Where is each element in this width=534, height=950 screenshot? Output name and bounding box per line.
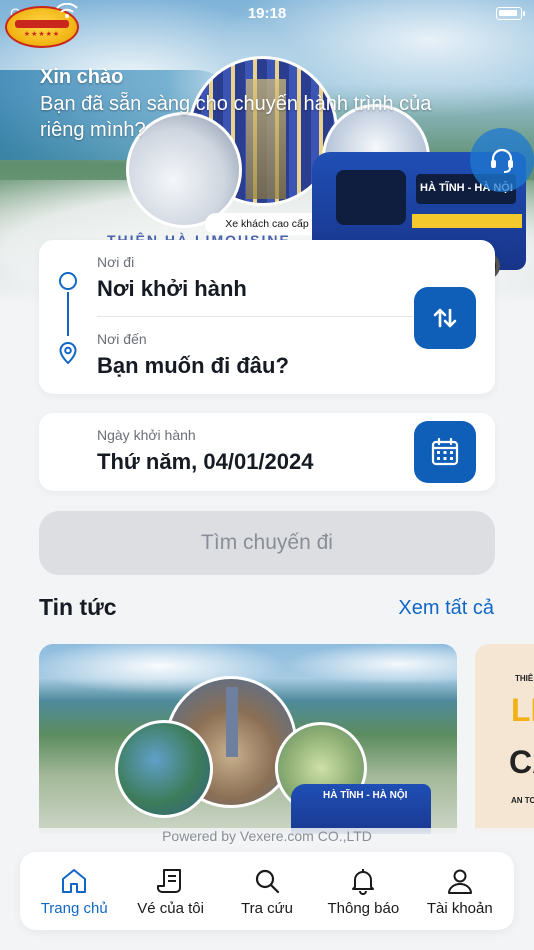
tab-lookup[interactable]: Tra cứu — [221, 852, 313, 930]
news-bus-illustration: HÀ TĨNH - HÀ NỘI — [291, 784, 431, 834]
date-field[interactable]: Ngày khởi hành Thứ năm, 04/01/2024 — [39, 413, 495, 491]
destination-field[interactable]: Nơi đến Bạn muốn đi đâu? — [39, 317, 409, 393]
powered-by-text: Powered by Vexere.com CO.,LTD — [0, 828, 534, 844]
news-section-title: Tin tức — [39, 594, 117, 620]
see-all-news-link[interactable]: Xem tất cả — [398, 597, 494, 620]
wifi-icon — [56, 2, 78, 23]
tab-account-label: Tài khoản — [426, 900, 493, 917]
news-card2-line4: AN TO — [511, 796, 534, 805]
home-icon — [62, 869, 87, 893]
route-form: Nơi đi Nơi khởi hành Nơi đến Bạn muốn đi… — [39, 240, 495, 394]
tab-notifications[interactable]: Thông báo — [317, 852, 409, 930]
status-bar: Carrier 19:18 — [0, 0, 534, 28]
tab-home[interactable]: Trang chủ — [28, 852, 120, 930]
origin-field[interactable]: Nơi đi Nơi khởi hành — [39, 240, 409, 316]
ticket-icon — [156, 869, 181, 893]
destination-value: Bạn muốn đi đâu? — [97, 353, 289, 378]
headset-icon — [491, 148, 513, 173]
swap-arrows-icon — [433, 308, 457, 328]
tab-notifications-label: Thông báo — [327, 900, 400, 917]
news-card2-line1: THIÊ — [515, 674, 534, 683]
user-icon — [447, 869, 472, 894]
calendar-icon — [431, 437, 459, 466]
destination-label: Nơi đến — [97, 331, 147, 347]
greeting-block: Xin chào Bạn đã sẵn sàng cho chuyến hành… — [40, 66, 440, 143]
tab-lookup-label: Tra cứu — [240, 900, 293, 917]
tab-account[interactable]: Tài khoản — [414, 852, 506, 930]
tab-my-tickets-label: Vé của tôi — [137, 900, 204, 917]
status-time: 19:18 — [247, 5, 287, 22]
greeting-subtitle: Bạn đã sẵn sàng cho chuyến hành trình củ… — [40, 93, 432, 141]
origin-value: Nơi khởi hành — [97, 276, 247, 301]
bottom-tab-bar: Trang chủ Vé của tôi Tra cứu Thông báo T… — [20, 852, 514, 930]
tab-my-tickets[interactable]: Vé của tôi — [125, 852, 217, 930]
bell-icon — [352, 869, 375, 895]
origin-label: Nơi đi — [97, 254, 135, 270]
calendar-button[interactable] — [414, 421, 476, 483]
news-card2-line3: CA — [509, 744, 534, 780]
tab-home-label: Trang chủ — [40, 900, 108, 917]
news-coast-photo — [115, 720, 213, 818]
date-label: Ngày khởi hành — [97, 427, 196, 443]
search-icon — [255, 869, 280, 894]
news-bus-text: HÀ TĨNH - HÀ NỘI — [323, 790, 408, 801]
date-value: Thứ năm, 04/01/2024 — [97, 449, 314, 474]
battery-icon — [496, 7, 525, 20]
swap-route-button[interactable] — [414, 287, 476, 349]
support-button[interactable] — [470, 128, 534, 192]
greeting-title: Xin chào — [40, 66, 124, 88]
news-card-2[interactable]: THIÊ LI CA AN TO — [475, 644, 534, 834]
news-card2-line2: LI — [511, 692, 534, 728]
news-card[interactable]: HÀ TĨNH - HÀ NỘI — [39, 644, 457, 834]
search-trips-button[interactable]: Tìm chuyến đi — [39, 511, 495, 575]
